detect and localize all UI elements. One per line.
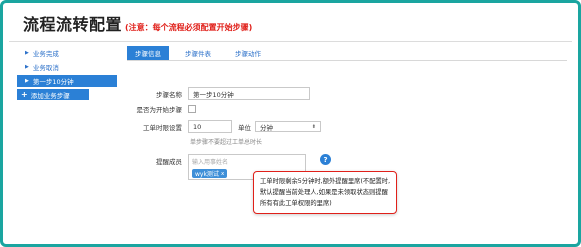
sidebar-item-business-cancel[interactable]: ▶ 业务取消 [17,61,117,73]
tab-step-info[interactable]: 步骤信息 [127,46,169,60]
sidebar-item-business-complete[interactable]: ▶ 业务完成 [17,47,117,59]
sidebar-item-label: 业务完成 [32,50,59,58]
page-notice: (注意：每个流程必须配置开始步骤) [125,23,253,32]
sidebar-item-label: 第一步10分钟 [32,78,74,86]
step-name-label: 步骤名称 [156,90,182,99]
tab-bar: 步骤信息 步骤件表 步骤动作 [127,45,567,61]
help-tooltip: 工单时限剩余5分钟时,额外提醒里席(不配置时, 默认提醒当前处理人,如果是未领取… [253,171,398,214]
member-tag[interactable]: wyk测试 x [192,169,228,178]
page-header: 流程流转配置 (注意：每个流程必须配置开始步骤) [9,9,574,41]
chevron-right-icon: ▶ [25,50,29,56]
is-start-label: 是否为开始步骤 [136,106,183,114]
member-search-input[interactable]: 输入用事姓名 [192,157,302,167]
is-start-row: 是否为开始步骤 [127,104,196,114]
sidebar-item-label: 业务取消 [32,64,59,72]
timeout-row: 工单时限设置 10 单位 分钟 ⬍ [127,120,321,133]
page-title: 流程流转配置 [23,15,123,34]
header-divider [9,41,572,42]
timeout-label: 工单时限设置 [143,123,182,132]
chevron-right-icon: ▶ [25,78,29,84]
sidebar-item-step-one[interactable]: ▶ 第一步10分钟 [17,75,117,87]
sidebar: ▶ 业务完成 ▶ 业务取消 ▶ 第一步10分钟 + 添加业务步骤 [17,47,117,100]
caret-updown-icon: ⬍ [311,123,316,130]
timeout-hint: 单步骤不要超过工单总时长 [190,139,263,146]
member-tag-label: wyk测试 [195,171,219,178]
tooltip-line: 工单时限剩余5分钟时,额外提醒里席(不配置时, [260,178,391,185]
tooltip-line: 默认提醒当前处理人,如果是未领取状态则提醒 [260,189,388,196]
help-icon[interactable]: ? [320,154,331,165]
unit-label: 单位 [238,123,251,132]
add-step-button[interactable]: + 添加业务步骤 [17,89,89,100]
reminder-label: 提醒成员 [156,158,182,166]
tab-step-files[interactable]: 步骤件表 [177,46,219,60]
unit-select[interactable]: 分钟 ⬍ [255,121,321,132]
unit-select-value: 分钟 [260,123,273,132]
is-start-checkbox[interactable] [188,105,196,113]
app-frame: 流程流转配置 (注意：每个流程必须配置开始步骤) ▶ 业务完成 ▶ 业务取消 ▶… [0,0,581,247]
step-name-input[interactable]: 第一步10分钟 [188,87,310,100]
remove-tag-icon[interactable]: x [221,171,224,177]
add-step-label: 添加业务步骤 [30,91,70,100]
tab-step-actions[interactable]: 步骤动作 [227,46,269,60]
timeout-input[interactable]: 10 [188,120,232,133]
main-content: 步骤信息 步骤件表 步骤动作 步骤名称 第一步10分钟 是否为开始步骤 工单时限… [127,45,567,235]
plus-icon: + [21,90,28,99]
chevron-right-icon: ▶ [25,64,29,70]
tooltip-line: 所有有此工单权限的里席) [260,200,332,207]
step-name-row: 步骤名称 第一步10分钟 [127,87,310,100]
